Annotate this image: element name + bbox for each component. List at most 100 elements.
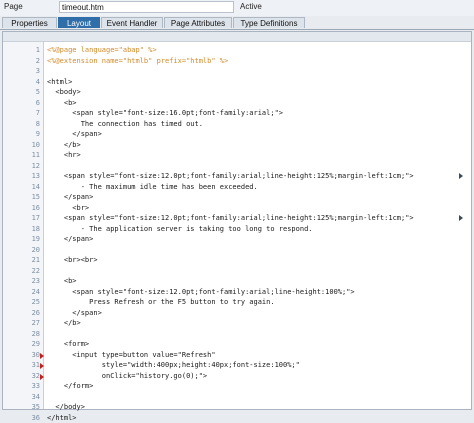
code-lines: 1<%@page language="abap" %>2<%@extension… <box>3 45 471 423</box>
code-text: Press Refresh or the F5 button to try ag… <box>47 297 275 308</box>
code-text: The connection has timed out. <box>47 119 203 130</box>
line-number: 36 <box>21 413 40 423</box>
code-text: </body> <box>47 402 85 413</box>
code-line[interactable]: 33 </form> <box>3 381 471 392</box>
line-number: 28 <box>21 329 40 340</box>
line-number: 11 <box>21 150 40 161</box>
code-line[interactable]: 17 <span style="font-size:12.0pt;font-fa… <box>3 213 471 224</box>
code-line[interactable]: 7 <span style="font-size:16.0pt;font-fam… <box>3 108 471 119</box>
code-text: </span> <box>47 308 102 319</box>
code-line[interactable]: 27 </b> <box>3 318 471 329</box>
code-line[interactable]: 13 <span style="font-size:12.0pt;font-fa… <box>3 171 471 182</box>
code-line[interactable]: 29 <form> <box>3 339 471 350</box>
breakpoint-marker-icon[interactable] <box>40 363 44 369</box>
line-number: 16 <box>21 203 40 214</box>
code-line[interactable]: 30 <input type=button value="Refresh" <box>3 350 471 361</box>
code-line[interactable]: 6 <b> <box>3 98 471 109</box>
code-line[interactable]: 22 <box>3 266 471 277</box>
code-line[interactable]: 11 <hr> <box>3 150 471 161</box>
code-line[interactable]: 12 <box>3 161 471 172</box>
page-name-field[interactable]: timeout.htm <box>59 1 234 13</box>
tab-event-handler[interactable]: Event Handler <box>101 17 163 28</box>
line-number: 7 <box>21 108 40 119</box>
code-text: <hr> <box>47 150 81 161</box>
code-line[interactable]: 26 </span> <box>3 308 471 319</box>
line-number: 10 <box>21 140 40 151</box>
breakpoint-marker-icon[interactable] <box>40 353 44 359</box>
code-text: onClick="history.go(0);"> <box>47 371 207 382</box>
code-text: <b> <box>47 276 77 287</box>
code-line[interactable]: 24 <span style="font-size:12.0pt;font-fa… <box>3 287 471 298</box>
line-number: 27 <box>21 318 40 329</box>
code-text: - The maximum idle time has been exceede… <box>47 182 258 193</box>
line-number: 14 <box>21 182 40 193</box>
line-number: 34 <box>21 392 40 403</box>
code-editor[interactable]: 1<%@page language="abap" %>2<%@extension… <box>2 31 472 410</box>
page-label: Page <box>4 2 23 11</box>
tab-type-definitions[interactable]: Type Definitions <box>233 17 305 28</box>
code-line[interactable]: 8 The connection has timed out. <box>3 119 471 130</box>
code-line[interactable]: 3 <box>3 66 471 77</box>
line-number: 33 <box>21 381 40 392</box>
line-number: 9 <box>21 129 40 140</box>
code-line[interactable]: 36</html> <box>3 413 471 423</box>
code-text: <span style="font-size:12.0pt;font-famil… <box>47 287 355 298</box>
code-text: <form> <box>47 339 89 350</box>
tab-properties[interactable]: Properties <box>2 17 57 28</box>
code-line[interactable]: 31 style="width:400px;height:40px;font-s… <box>3 360 471 371</box>
code-line[interactable]: 18 - The application server is taking to… <box>3 224 471 235</box>
code-text: </b> <box>47 318 81 329</box>
header-bar: Page timeout.htm Active <box>0 0 474 16</box>
line-number: 25 <box>21 297 40 308</box>
tab-strip: Properties Layout Event Handler Page Att… <box>0 17 474 30</box>
code-line[interactable]: 5 <body> <box>3 87 471 98</box>
line-number: 30 <box>21 350 40 361</box>
code-line[interactable]: 1<%@page language="abap" %> <box>3 45 471 56</box>
tab-page-attributes[interactable]: Page Attributes <box>164 17 232 28</box>
line-number: 29 <box>21 339 40 350</box>
line-number: 22 <box>21 266 40 277</box>
code-text: <%@extension name="htmlb" prefix="htmlb"… <box>47 56 228 67</box>
line-number: 19 <box>21 234 40 245</box>
page-status: Active <box>240 2 262 11</box>
code-text: <span style="font-size:16.0pt;font-famil… <box>47 108 283 119</box>
line-number: 13 <box>21 171 40 182</box>
code-line[interactable]: 21 <br><br> <box>3 255 471 266</box>
code-line[interactable]: 10 </b> <box>3 140 471 151</box>
code-line[interactable]: 23 <b> <box>3 276 471 287</box>
line-number: 12 <box>21 161 40 172</box>
code-text: <%@page language="abap" %> <box>47 45 157 56</box>
code-line[interactable]: 9 </span> <box>3 129 471 140</box>
code-line[interactable]: 34 <box>3 392 471 403</box>
line-number: 4 <box>21 77 40 88</box>
code-text: </span> <box>47 129 102 140</box>
code-text: </form> <box>47 381 93 392</box>
line-overflow-arrow-icon <box>459 215 465 221</box>
code-line[interactable]: 2<%@extension name="htmlb" prefix="htmlb… <box>3 56 471 67</box>
line-number: 23 <box>21 276 40 287</box>
code-line[interactable]: 16 <br> <box>3 203 471 214</box>
line-number: 32 <box>21 371 40 382</box>
line-number: 17 <box>21 213 40 224</box>
line-number: 5 <box>21 87 40 98</box>
code-text: <br> <box>47 203 89 214</box>
code-line[interactable]: 19 </span> <box>3 234 471 245</box>
code-line[interactable]: 28 <box>3 329 471 340</box>
line-number: 21 <box>21 255 40 266</box>
code-text: <span style="font-size:12.0pt;font-famil… <box>47 213 414 224</box>
breakpoint-marker-icon[interactable] <box>40 374 44 380</box>
code-line[interactable]: 32 onClick="history.go(0);"> <box>3 371 471 382</box>
code-text: </span> <box>47 234 93 245</box>
code-line[interactable]: 15 </span> <box>3 192 471 203</box>
line-number: 15 <box>21 192 40 203</box>
line-number: 6 <box>21 98 40 109</box>
code-line[interactable]: 35 </body> <box>3 402 471 413</box>
code-line[interactable]: 25 Press Refresh or the F5 button to try… <box>3 297 471 308</box>
code-text: </span> <box>47 192 93 203</box>
code-line[interactable]: 14 - The maximum idle time has been exce… <box>3 182 471 193</box>
code-text: <span style="font-size:12.0pt;font-famil… <box>47 171 414 182</box>
code-line[interactable]: 4<html> <box>3 77 471 88</box>
code-text: <body> <box>47 87 81 98</box>
code-line[interactable]: 20 <box>3 245 471 256</box>
tab-layout[interactable]: Layout <box>58 17 100 28</box>
